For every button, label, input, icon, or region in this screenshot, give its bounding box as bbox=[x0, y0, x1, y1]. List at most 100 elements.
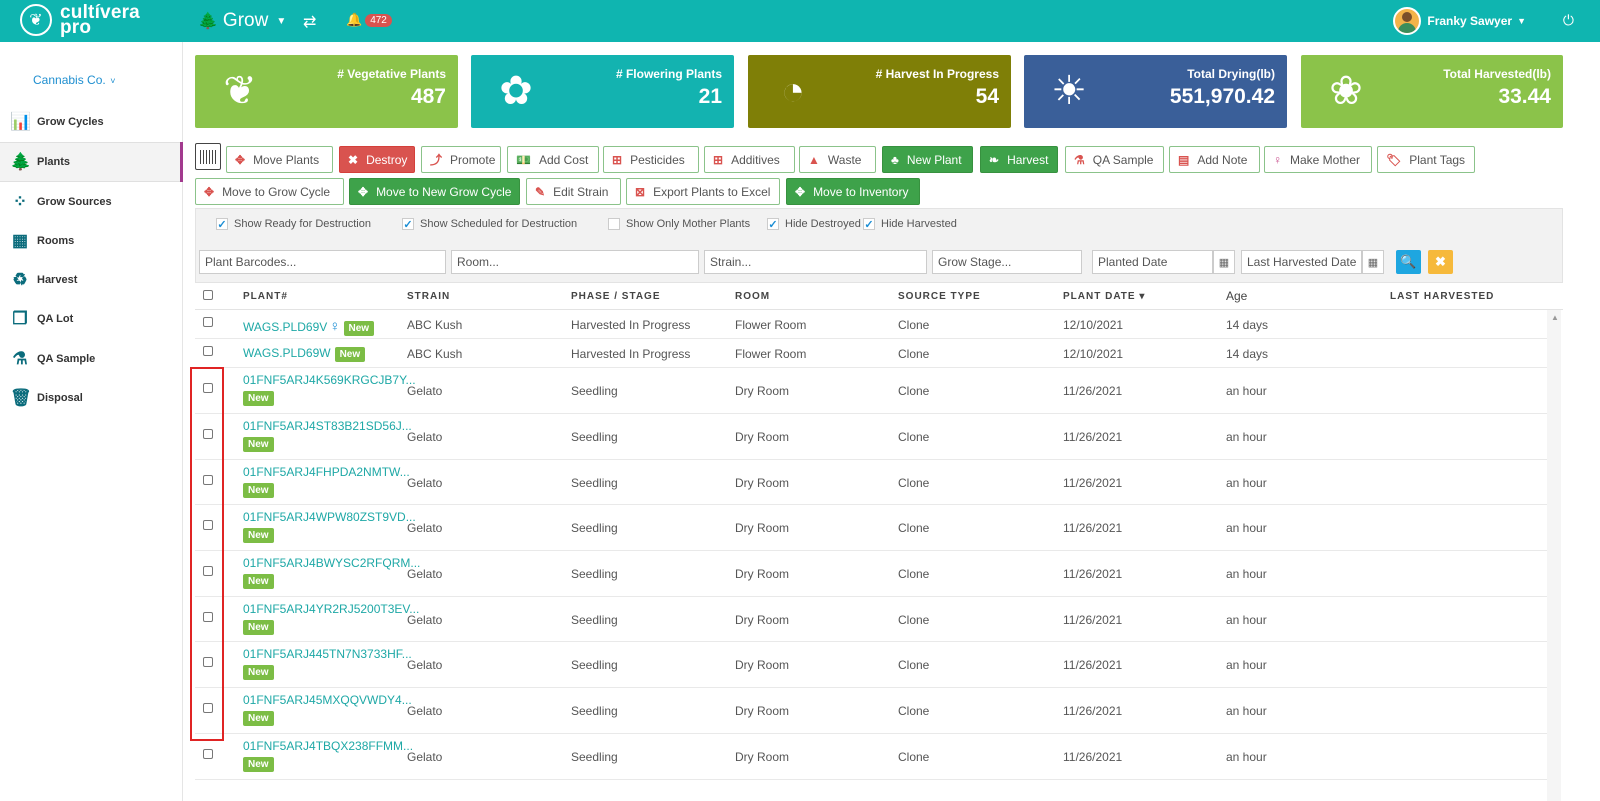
move-to-inventory-button[interactable]: ✥ Move to Inventory bbox=[786, 178, 920, 205]
plant-id-link[interactable]: 01FNF5ARJ4YR2RJ5200T3EV... bbox=[243, 602, 419, 616]
table-row[interactable]: 01FNF5ARJ4WPW80ZST9VD... New Gelato Seedlin… bbox=[195, 505, 1547, 551]
column-header-age[interactable]: Age bbox=[1226, 289, 1247, 303]
table-row[interactable]: 01FNF5ARJ4K569KRGCJB7Y... New Gelato Seedli… bbox=[195, 368, 1547, 414]
make-mother-button[interactable]: ♀ Make Mother bbox=[1264, 146, 1372, 173]
sidebar-item-grow-sources[interactable]: ⁘ Grow Sources bbox=[0, 182, 183, 222]
harvest-button[interactable]: ❧ Harvest bbox=[980, 146, 1058, 173]
sidebar-item-grow-cycles[interactable]: 📊 Grow Cycles bbox=[0, 102, 183, 142]
filter-show-ready-for-destruction[interactable]: ✓ Show Ready for Destruction bbox=[216, 218, 371, 231]
table-row[interactable]: 01FNF5ARJ4YR2RJ5200T3EV... New Gelato Seedl… bbox=[195, 597, 1547, 642]
stat-card-flowering[interactable]: ✿ # Flowering Plants 21 bbox=[471, 55, 734, 128]
additives-button[interactable]: ⊞ Additives bbox=[704, 146, 795, 173]
scrollbar[interactable] bbox=[1547, 310, 1561, 801]
stat-card-vegetative[interactable]: ❦ # Vegetative Plants 487 bbox=[195, 55, 458, 128]
filter-hide-harvested[interactable]: ✓ Hide Harvested bbox=[863, 218, 957, 231]
table-row[interactable]: 01FNF5ARJ4ST83B21SD56J... New Gelato Seedli… bbox=[195, 414, 1547, 460]
column-header-phase[interactable]: PHASE / STAGE bbox=[571, 291, 661, 302]
clear-filters-button[interactable]: ✖ bbox=[1428, 250, 1453, 274]
calendar-icon[interactable]: ▦ bbox=[1213, 250, 1235, 274]
plant-id-link[interactable]: 01FNF5ARJ4TBQX238FFMM... bbox=[243, 739, 413, 753]
stat-card-total-harvested[interactable]: ❀ Total Harvested(lb) 33.44 bbox=[1301, 55, 1563, 128]
new-plant-button[interactable]: ♣ New Plant bbox=[882, 146, 973, 173]
move-to-new-grow-cycle-button[interactable]: ✥ Move to New Grow Cycle bbox=[349, 178, 520, 205]
edit-strain-button[interactable]: ✎ Edit Strain bbox=[526, 178, 621, 205]
strain-input[interactable]: Strain... bbox=[704, 250, 927, 274]
cell-age: 14 days bbox=[1226, 318, 1269, 332]
plant-id-link[interactable]: 01FNF5ARJ4K569KRGCJB7Y... bbox=[243, 373, 416, 387]
calendar-icon[interactable]: ▦ bbox=[1362, 250, 1384, 274]
cell-plant: 01FNF5ARJ4YR2RJ5200T3EV... New bbox=[243, 602, 419, 635]
search-button[interactable]: 🔍 bbox=[1396, 250, 1421, 274]
sidebar-item-rooms[interactable]: ▦ Rooms bbox=[0, 221, 183, 261]
plant-id-link[interactable]: 01FNF5ARJ4FHPDA2NMTW... bbox=[243, 465, 410, 479]
stat-card-total-drying[interactable]: ☀ Total Drying(lb) 551,970.42 bbox=[1024, 55, 1287, 128]
column-header-last-harvested[interactable]: LAST HARVESTED bbox=[1390, 291, 1494, 302]
row-checkbox[interactable] bbox=[203, 317, 213, 327]
user-menu[interactable]: Franky Sawyer ▼ bbox=[1393, 7, 1526, 35]
select-all-checkbox[interactable] bbox=[203, 290, 213, 300]
plant-id-link[interactable]: WAGS.PLD69W bbox=[243, 346, 331, 360]
stat-card-harvest-in-progress[interactable]: ◔ # Harvest In Progress 54 bbox=[748, 55, 1011, 128]
column-header-strain[interactable]: STRAIN bbox=[407, 291, 450, 302]
sidebar-item-qa-lot[interactable]: ❐ QA Lot bbox=[0, 299, 183, 339]
last-harvested-date-input[interactable]: Last Harvested Date bbox=[1241, 250, 1362, 274]
stat-value: 54 bbox=[975, 85, 999, 108]
filter-show-only-mother-plants[interactable]: Show Only Mother Plants bbox=[608, 218, 750, 230]
pesticides-button[interactable]: ⊞ Pesticides bbox=[603, 146, 699, 173]
cell-plant: 01FNF5ARJ4ST83B21SD56J... New bbox=[243, 419, 412, 452]
column-header-plant[interactable]: PLANT# bbox=[243, 291, 288, 302]
filter-hide-destroyed[interactable]: ✓ Hide Destroyed bbox=[767, 218, 861, 231]
room-input[interactable]: Room... bbox=[451, 250, 699, 274]
waste-button[interactable]: ▲ Waste bbox=[799, 146, 876, 173]
table-row[interactable]: WAGS.PLD69W New ABC Kush Harvested In Progr… bbox=[195, 339, 1547, 368]
move-to-grow-cycle-button[interactable]: ✥ Move to Grow Cycle bbox=[195, 178, 344, 205]
sidebar-item-harvest[interactable]: ♻ Harvest bbox=[0, 260, 183, 300]
plant-id-link[interactable]: 01FNF5ARJ4ST83B21SD56J... bbox=[243, 419, 412, 433]
column-header-plant-date[interactable]: PLANT DATE ▾ bbox=[1063, 291, 1145, 302]
table-row[interactable]: 01FNF5ARJ4BWYSC2RFQRM... New Gelato Seedlin… bbox=[195, 551, 1547, 597]
plant-id-link[interactable]: 01FNF5ARJ45MXQQVWDY4... bbox=[243, 693, 412, 707]
swap-icon[interactable]: ⇄ bbox=[303, 12, 316, 32]
cell-plant: 01FNF5ARJ4WPW80ZST9VD... New bbox=[243, 510, 416, 543]
column-header-room[interactable]: ROOM bbox=[735, 291, 770, 302]
sidebar-item-disposal[interactable]: 🗑 Disposal bbox=[0, 378, 183, 418]
plant-tags-button[interactable]: 🏷 Plant Tags bbox=[1377, 146, 1475, 173]
column-header-source-type[interactable]: SOURCE TYPE bbox=[898, 291, 981, 302]
sidebar-item-label: Disposal bbox=[37, 392, 83, 404]
sidebar-item-plants[interactable]: 🌲 Plants bbox=[0, 142, 183, 182]
barcode-scan-button[interactable] bbox=[195, 143, 221, 170]
destroy-button[interactable]: ✖ Destroy bbox=[339, 146, 415, 173]
sidebar-item-qa-sample[interactable]: ⚗ QA Sample bbox=[0, 339, 183, 379]
table-row[interactable]: 01FNF5ARJ4FHPDA2NMTW... New Gelato Seedling… bbox=[195, 460, 1547, 505]
female-icon: ♀ bbox=[1273, 152, 1282, 167]
cell-plant-date: 11/26/2021 bbox=[1063, 476, 1123, 490]
plant-id-link[interactable]: WAGS.PLD69V bbox=[243, 320, 327, 334]
add-note-button[interactable]: ▤ Add Note bbox=[1169, 146, 1260, 173]
logo[interactable]: ❦ cultívera pro bbox=[20, 3, 140, 37]
move-plants-button[interactable]: ✥ Move Plants bbox=[226, 146, 333, 173]
company-selector[interactable]: Cannabis Co. ˅ bbox=[33, 73, 115, 87]
power-icon[interactable]: ⏻ bbox=[1563, 12, 1574, 29]
planted-date-input[interactable]: Planted Date bbox=[1092, 250, 1213, 274]
plant-id-link[interactable]: 01FNF5ARJ4WPW80ZST9VD... bbox=[243, 510, 416, 524]
qa-sample-button[interactable]: ⚗ QA Sample bbox=[1065, 146, 1164, 173]
add-cost-button[interactable]: 💵 Add Cost bbox=[507, 146, 599, 173]
filter-show-scheduled-for-destruction[interactable]: ✓ Show Scheduled for Destruction bbox=[402, 218, 577, 231]
table-row[interactable]: 01FNF5ARJ445TN7N3733HF... New Gelato Seedli… bbox=[195, 642, 1547, 688]
scroll-up-arrow-icon[interactable]: ▲ bbox=[1551, 313, 1559, 322]
cell-strain: Gelato bbox=[407, 476, 443, 490]
module-menu[interactable]: 🌲 Grow ▼ bbox=[198, 10, 286, 32]
table-row[interactable]: 01FNF5ARJ4TBQX238FFMM... New Gelato Seedlin… bbox=[195, 734, 1547, 780]
export-plants-button[interactable]: ⊠ Export Plants to Excel bbox=[626, 178, 780, 205]
table-row[interactable]: 01FNF5ARJ45MXQQVWDY4... New Gelato Seedling… bbox=[195, 688, 1547, 734]
cell-source-type: Clone bbox=[898, 613, 930, 627]
plant-id-link[interactable]: 01FNF5ARJ4BWYSC2RFQRM... bbox=[243, 556, 420, 570]
row-checkbox[interactable] bbox=[203, 346, 213, 356]
plant-barcodes-input[interactable]: Plant Barcodes... bbox=[199, 250, 446, 274]
row-checkbox[interactable] bbox=[203, 749, 213, 759]
plant-id-link[interactable]: 01FNF5ARJ445TN7N3733HF... bbox=[243, 647, 412, 661]
notifications-button[interactable]: 🔔 472 bbox=[346, 12, 392, 28]
table-row[interactable]: WAGS.PLD69V ♀ New ABC Kush Harvested In Prog… bbox=[195, 311, 1547, 339]
grow-stage-input[interactable]: Grow Stage... bbox=[932, 250, 1082, 274]
promote-button[interactable]: ⤴ Promote bbox=[421, 146, 501, 173]
